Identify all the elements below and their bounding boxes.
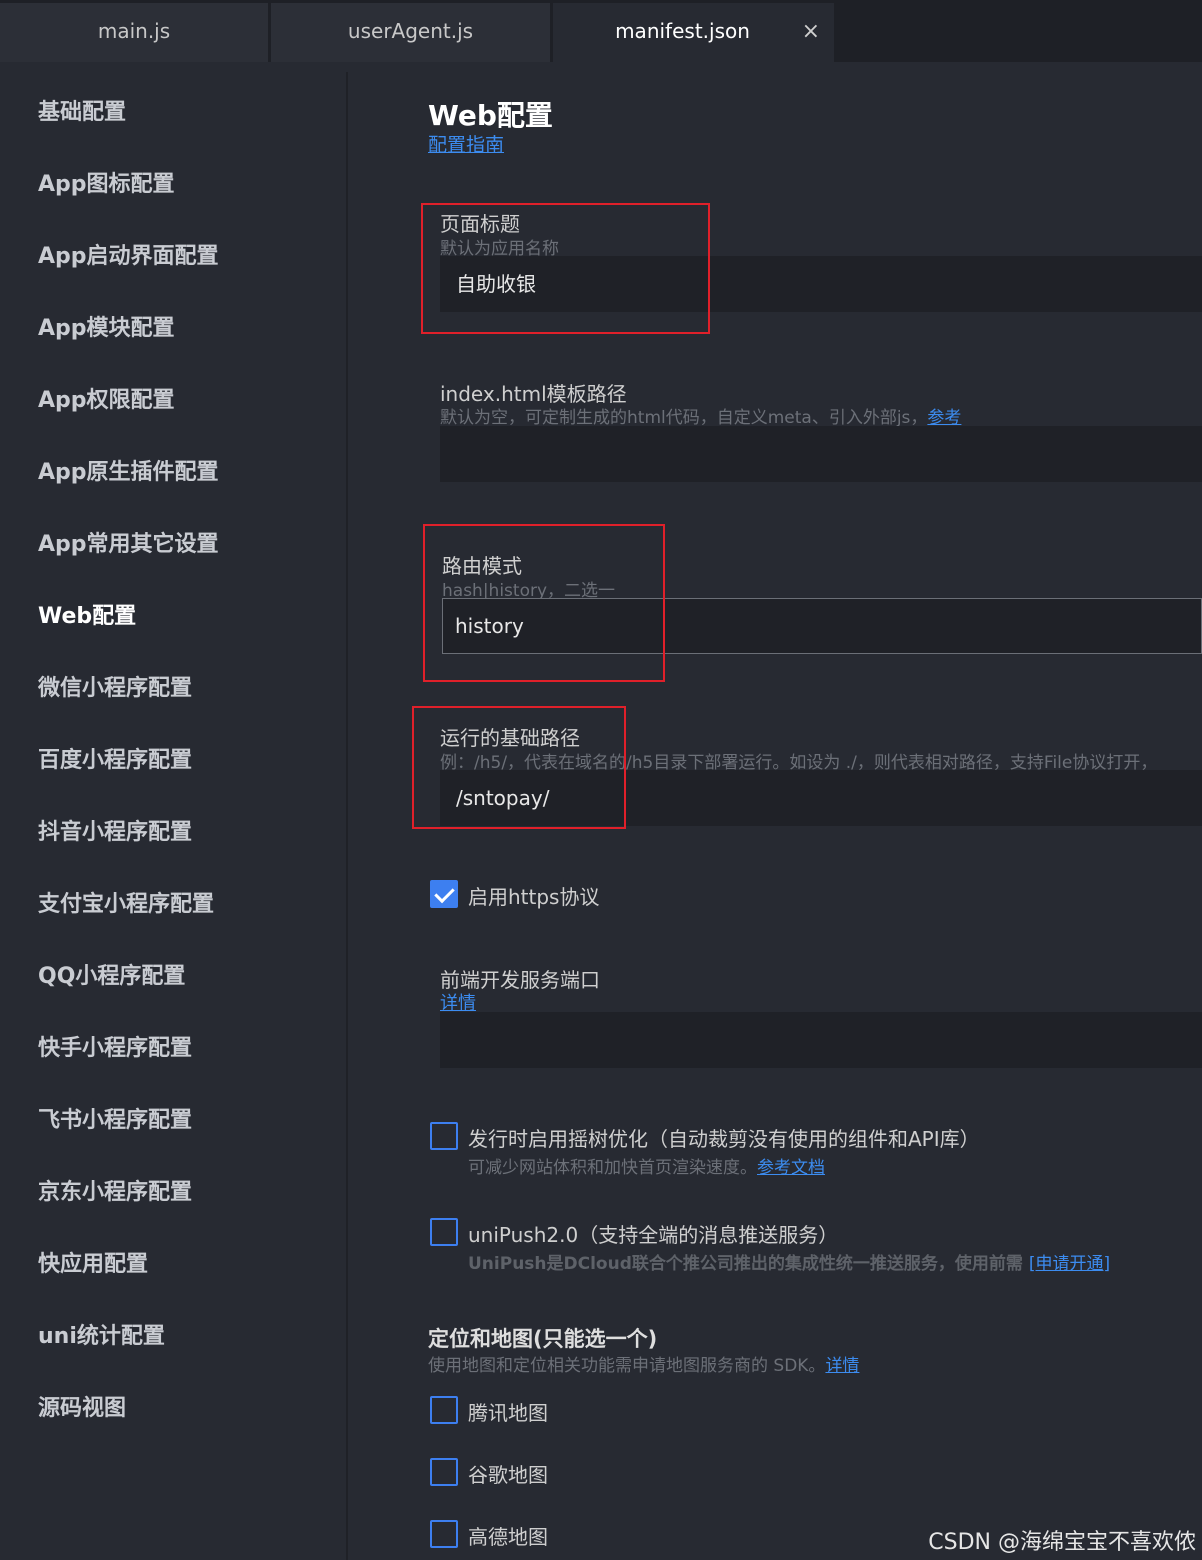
google-map-label: 谷歌地图 <box>468 1463 548 1487</box>
page-title: Web配置 <box>428 99 553 132</box>
maps-hint-text: 使用地图和定位相关功能需申请地图服务商的 SDK。 <box>428 1356 826 1376</box>
sidebar-item-app-splash[interactable]: App启动界面配置 <box>38 238 219 270</box>
tree-shaking-hint: 可减少网站体积和加快首页渲染速度。参考文档 <box>468 1153 825 1178</box>
tab-bar: main.js userAgent.js manifest.json × <box>0 0 1202 62</box>
tab-main-js[interactable]: main.js <box>0 3 268 62</box>
sidebar-item-quickapp[interactable]: 快应用配置 <box>38 1246 148 1278</box>
google-map-checkbox[interactable] <box>430 1458 458 1486</box>
sidebar-divider <box>346 72 348 1560</box>
unipush-hint: UniPush是DCloud联合个推公司推出的集成性统一推送服务，使用前需 [申… <box>468 1249 1110 1274</box>
https-label: 启用https协议 <box>468 885 600 909</box>
tab-manifest-json[interactable]: manifest.json × <box>553 3 834 62</box>
unipush-apply-link[interactable]: [申请开通] <box>1029 1254 1110 1274</box>
dev-port-input[interactable] <box>440 1012 1202 1068</box>
tencent-map-checkbox[interactable] <box>430 1396 458 1424</box>
tree-shaking-docs-link[interactable]: 参考文档 <box>757 1158 825 1178</box>
highlight-box <box>421 203 710 334</box>
sidebar-item-app-native-plugins[interactable]: App原生插件配置 <box>38 454 219 486</box>
template-path-reference-link[interactable]: 参考 <box>927 408 961 428</box>
sidebar-item-jd[interactable]: 京东小程序配置 <box>38 1174 192 1206</box>
amap-label: 高德地图 <box>468 1525 548 1549</box>
sidebar-item-alipay[interactable]: 支付宝小程序配置 <box>38 886 214 918</box>
template-path-hint: 默认为空，可定制生成的html代码，自定义meta、引入外部js，参考 <box>440 403 961 428</box>
tree-shaking-hint-text: 可减少网站体积和加快首页渲染速度。 <box>468 1158 757 1178</box>
https-checkbox[interactable] <box>430 880 458 908</box>
sidebar-item-qq[interactable]: QQ小程序配置 <box>38 958 185 990</box>
tree-shaking-label: 发行时启用摇树优化（自动裁剪没有使用的组件和API库） <box>468 1127 980 1151</box>
tab-label: userAgent.js <box>347 19 474 43</box>
settings-sidebar: 基础配置 App图标配置 App启动界面配置 App模块配置 App权限配置 A… <box>0 72 346 1560</box>
sidebar-item-uni-stats[interactable]: uni统计配置 <box>38 1318 165 1350</box>
sidebar-item-app-modules[interactable]: App模块配置 <box>38 310 175 342</box>
sidebar-item-baidu[interactable]: 百度小程序配置 <box>38 742 192 774</box>
template-path-hint-text: 默认为空，可定制生成的html代码，自定义meta、引入外部js， <box>440 408 928 428</box>
tab-label: manifest.json <box>615 19 750 43</box>
tencent-map-label: 腾讯地图 <box>468 1401 548 1425</box>
maps-section-title: 定位和地图(只能选一个) <box>428 1327 658 1351</box>
unipush-hint-text: UniPush是DCloud联合个推公司推出的集成性统一推送服务，使用前需 <box>468 1254 1029 1274</box>
sidebar-item-app-icon[interactable]: App图标配置 <box>38 166 175 198</box>
maps-details-link[interactable]: 详情 <box>825 1356 859 1376</box>
config-guide-link[interactable]: 配置指南 <box>428 130 504 157</box>
watermark: CSDN @海绵宝宝不喜欢侬 <box>928 1530 1196 1555</box>
sidebar-item-feishu[interactable]: 飞书小程序配置 <box>38 1102 192 1134</box>
sidebar-item-wechat[interactable]: 微信小程序配置 <box>38 670 192 702</box>
close-icon[interactable]: × <box>802 3 820 60</box>
amap-checkbox[interactable] <box>430 1520 458 1548</box>
highlight-box <box>412 706 626 829</box>
sidebar-item-app-other[interactable]: App常用其它设置 <box>38 526 219 558</box>
sidebar-item-kuaishou[interactable]: 快手小程序配置 <box>38 1030 192 1062</box>
maps-section-hint: 使用地图和定位相关功能需申请地图服务商的 SDK。详情 <box>428 1351 859 1376</box>
highlight-box <box>423 524 665 682</box>
unipush-label: uniPush2.0（支持全端的消息推送服务） <box>468 1223 839 1247</box>
tab-label: main.js <box>97 19 171 43</box>
tree-shaking-checkbox[interactable] <box>430 1122 458 1150</box>
sidebar-item-basic[interactable]: 基础配置 <box>38 94 126 126</box>
sidebar-item-douyin[interactable]: 抖音小程序配置 <box>38 814 192 846</box>
template-path-input[interactable] <box>440 426 1202 482</box>
sidebar-item-source-view[interactable]: 源码视图 <box>38 1390 126 1422</box>
unipush-checkbox[interactable] <box>430 1218 458 1246</box>
sidebar-item-web[interactable]: Web配置 <box>38 598 136 630</box>
sidebar-item-app-permissions[interactable]: App权限配置 <box>38 382 175 414</box>
tab-useragent-js[interactable]: userAgent.js <box>271 3 550 62</box>
